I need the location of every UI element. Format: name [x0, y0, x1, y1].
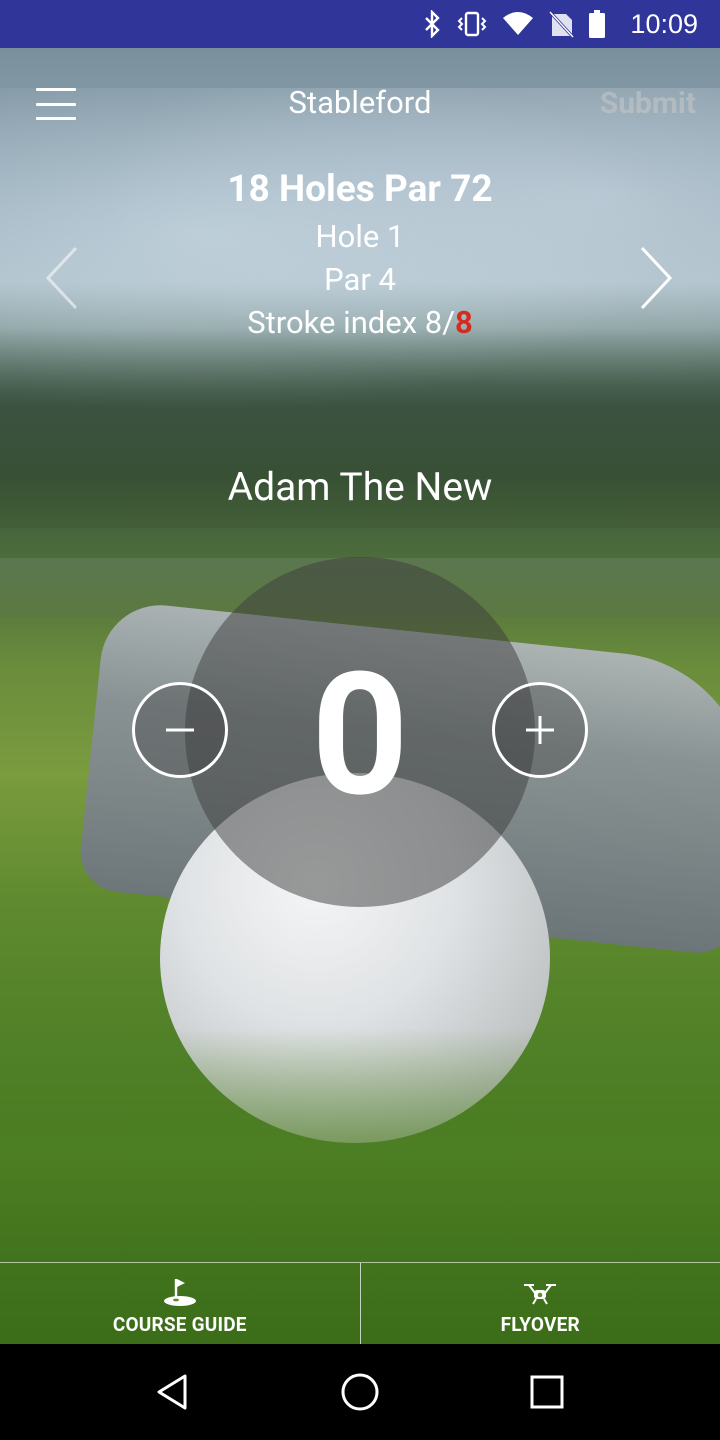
wifi-icon [502, 11, 534, 37]
minus-icon [166, 728, 194, 732]
next-hole-chevron-icon[interactable] [636, 245, 676, 311]
system-navigation-bar [0, 1344, 720, 1440]
stroke-index-label: Stroke index 8/ [247, 304, 456, 341]
vibrate-icon [456, 10, 488, 38]
tab-flyover-label: FLYOVER [500, 1313, 580, 1336]
drone-icon [524, 1284, 557, 1305]
status-clock: 10:09 [630, 8, 698, 39]
no-sim-icon [548, 10, 575, 38]
stroke-index-highlight: 8 [455, 304, 473, 341]
plus-icon [526, 716, 554, 744]
stroke-index: Stroke index 8/8 [0, 304, 720, 341]
back-icon[interactable] [143, 1362, 203, 1422]
hole-par: Par 4 [324, 261, 396, 298]
previous-hole-chevron-icon[interactable] [42, 245, 82, 311]
course-title: 18 Holes Par 72 [227, 168, 493, 211]
player-name: Adam The New [227, 464, 493, 510]
battery-icon [588, 9, 606, 39]
flag-icon [163, 1279, 196, 1306]
submit-button[interactable]: Submit [600, 86, 696, 121]
hole-number: Hole 1 [315, 218, 405, 255]
recents-icon[interactable] [517, 1362, 577, 1422]
tab-course-guide[interactable]: COURSE GUIDE [0, 1263, 360, 1344]
tab-flyover[interactable]: FLYOVER [359, 1263, 720, 1344]
home-icon[interactable] [330, 1362, 390, 1422]
bluetooth-icon [422, 10, 442, 38]
bottom-tab-bar: COURSE GUIDE FLYOVER [0, 1262, 720, 1344]
score-value: 0 [311, 635, 409, 835]
status-bar: 10:09 [0, 0, 720, 48]
decrease-score-button[interactable] [132, 682, 228, 778]
tab-course-guide-label: COURSE GUIDE [112, 1313, 247, 1336]
increase-score-button[interactable] [492, 682, 588, 778]
